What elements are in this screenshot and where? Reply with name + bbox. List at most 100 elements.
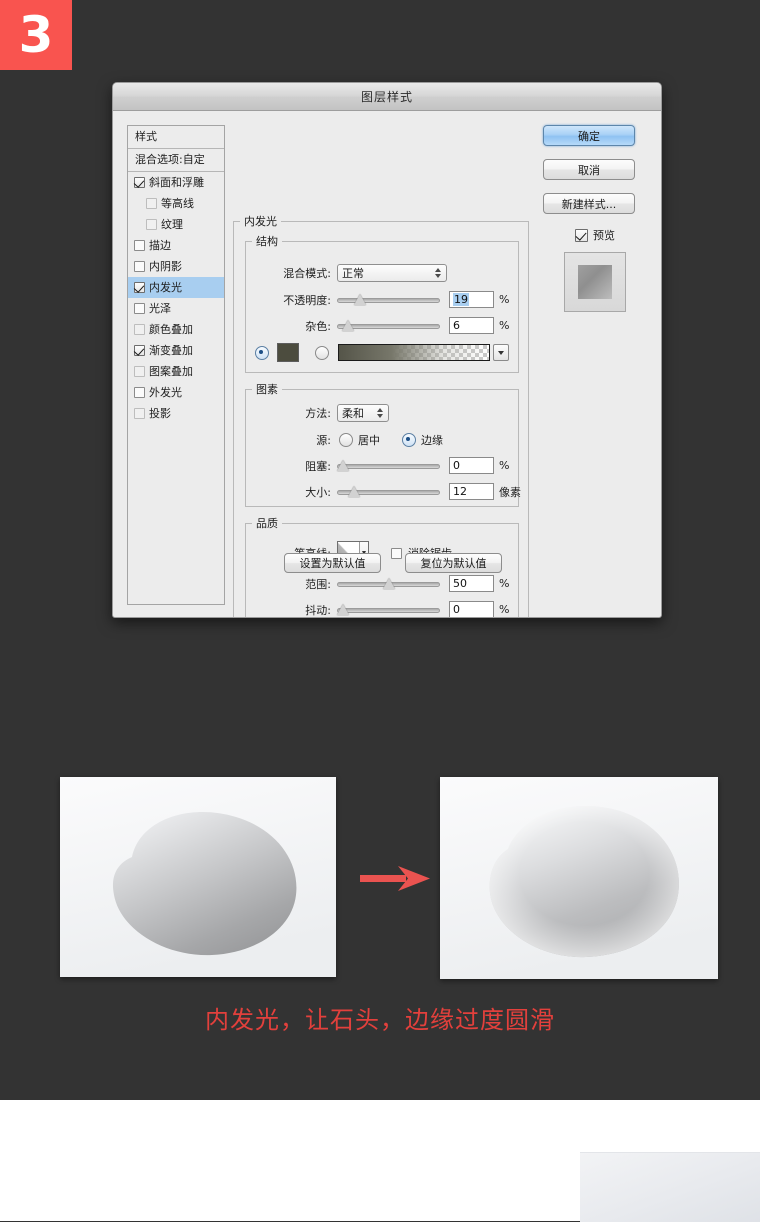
jitter-value: 0 bbox=[453, 603, 460, 616]
choke-input[interactable]: 0 bbox=[449, 457, 494, 474]
slider-track bbox=[337, 607, 440, 613]
style-item-gradient-overlay[interactable]: 渐变叠加 bbox=[128, 340, 224, 361]
slider-thumb[interactable] bbox=[347, 485, 360, 497]
layer-style-dialog: 图层样式 样式 混合选项:自定 斜面和浮雕 等高线 纹理 描边 内阴影 内发光 … bbox=[112, 82, 662, 618]
dialog-titlebar: 图层样式 bbox=[113, 83, 661, 111]
checkbox-stroke[interactable] bbox=[134, 240, 145, 251]
style-item-inner-glow[interactable]: 内发光 bbox=[128, 277, 224, 298]
style-item-contour[interactable]: 等高线 bbox=[128, 193, 224, 214]
style-item-texture[interactable]: 纹理 bbox=[128, 214, 224, 235]
style-list[interactable]: 样式 混合选项:自定 斜面和浮雕 等高线 纹理 描边 内阴影 内发光 光泽 颜色… bbox=[127, 125, 225, 605]
gradient-preview[interactable] bbox=[338, 344, 490, 361]
opacity-value: 19 bbox=[453, 293, 469, 306]
step-number: 3 bbox=[18, 6, 54, 64]
style-item-label: 投影 bbox=[149, 407, 171, 420]
caption-text: 内发光，让石头，边缘过度圆滑 bbox=[205, 1006, 555, 1034]
opacity-row: 不透明度: 19 % bbox=[265, 291, 509, 308]
reset-default-button[interactable]: 复位为默认值 bbox=[405, 553, 502, 573]
stone-after-svg bbox=[440, 777, 718, 979]
technique-row: 方法: 柔和 bbox=[265, 404, 389, 422]
blend-mode-label: 混合模式: bbox=[283, 267, 331, 280]
style-item-label: 光泽 bbox=[149, 302, 171, 315]
style-item-label: 颜色叠加 bbox=[149, 323, 193, 336]
size-slider[interactable] bbox=[337, 485, 440, 499]
set-default-button[interactable]: 设置为默认值 bbox=[284, 553, 381, 573]
noise-slider[interactable] bbox=[337, 319, 440, 333]
cancel-button[interactable]: 取消 bbox=[543, 159, 635, 180]
jitter-unit: % bbox=[499, 603, 510, 616]
ok-button[interactable]: 确定 bbox=[543, 125, 635, 146]
quality-legend: 品质 bbox=[256, 517, 278, 530]
checkbox-color-overlay[interactable] bbox=[134, 324, 145, 335]
after-image bbox=[440, 777, 718, 979]
style-item-satin[interactable]: 光泽 bbox=[128, 298, 224, 319]
checkbox-texture[interactable] bbox=[146, 219, 157, 230]
slider-thumb[interactable] bbox=[382, 577, 395, 589]
glow-fill-row bbox=[255, 343, 509, 362]
style-item-bevel-emboss[interactable]: 斜面和浮雕 bbox=[128, 172, 224, 193]
style-item-label: 斜面和浮雕 bbox=[149, 176, 204, 189]
slider-track bbox=[337, 297, 440, 303]
checkbox-outer-glow[interactable] bbox=[134, 387, 145, 398]
stone-before-svg bbox=[60, 777, 336, 977]
style-list-blending-options[interactable]: 混合选项:自定 bbox=[128, 149, 224, 172]
style-item-color-overlay[interactable]: 颜色叠加 bbox=[128, 319, 224, 340]
structure-legend: 结构 bbox=[256, 235, 278, 248]
preview-toggle[interactable]: 预览 bbox=[543, 227, 647, 243]
noise-input[interactable]: 6 bbox=[449, 317, 494, 334]
jitter-slider[interactable] bbox=[337, 603, 440, 617]
new-style-button[interactable]: 新建样式... bbox=[543, 193, 635, 214]
gradient-dropdown-button[interactable] bbox=[493, 344, 509, 361]
range-slider[interactable] bbox=[337, 577, 440, 591]
slider-thumb[interactable] bbox=[337, 603, 349, 615]
checkbox-gradient-overlay[interactable] bbox=[134, 345, 145, 356]
range-unit: % bbox=[499, 577, 510, 590]
style-item-label: 图案叠加 bbox=[149, 365, 193, 378]
checkbox-preview[interactable] bbox=[575, 228, 588, 242]
slider-thumb[interactable] bbox=[342, 319, 355, 331]
checkbox-inner-shadow[interactable] bbox=[134, 261, 145, 272]
jitter-input[interactable]: 0 bbox=[449, 601, 494, 617]
style-list-header: 样式 bbox=[128, 126, 224, 149]
source-row: 源: 居中 边缘 bbox=[265, 432, 443, 448]
checkbox-bevel-emboss[interactable] bbox=[134, 177, 145, 188]
source-label: 源: bbox=[316, 434, 331, 447]
opacity-slider[interactable] bbox=[337, 293, 440, 307]
slider-thumb[interactable] bbox=[337, 459, 349, 471]
checkbox-drop-shadow[interactable] bbox=[134, 408, 145, 419]
default-buttons-row: 设置为默认值 复位为默认值 bbox=[284, 553, 534, 573]
radio-source-edge[interactable] bbox=[402, 433, 416, 447]
preview-thumbnail bbox=[564, 252, 626, 312]
style-item-outer-glow[interactable]: 外发光 bbox=[128, 382, 224, 403]
elements-legend: 图素 bbox=[256, 383, 278, 396]
radio-source-center[interactable] bbox=[339, 433, 353, 447]
range-input[interactable]: 50 bbox=[449, 575, 494, 592]
technique-label: 方法: bbox=[305, 407, 331, 420]
checkbox-satin[interactable] bbox=[134, 303, 145, 314]
style-item-drop-shadow[interactable]: 投影 bbox=[128, 403, 224, 424]
size-input[interactable]: 12 bbox=[449, 483, 494, 500]
style-item-label: 内阴影 bbox=[149, 260, 182, 273]
size-row: 大小: 12 像素 bbox=[265, 483, 521, 500]
checkbox-contour[interactable] bbox=[146, 198, 157, 209]
slider-track bbox=[337, 463, 440, 469]
dialog-buttons-column: 确定 取消 新建样式... 预览 bbox=[543, 125, 647, 603]
opacity-input[interactable]: 19 bbox=[449, 291, 494, 308]
blend-mode-row: 混合模式: 正常 bbox=[265, 264, 447, 282]
glow-color-swatch[interactable] bbox=[277, 343, 299, 362]
style-item-inner-shadow[interactable]: 内阴影 bbox=[128, 256, 224, 277]
style-item-label: 外发光 bbox=[149, 386, 182, 399]
checkbox-inner-glow[interactable] bbox=[134, 282, 145, 293]
style-item-stroke[interactable]: 描边 bbox=[128, 235, 224, 256]
slider-thumb[interactable] bbox=[354, 293, 367, 305]
checkbox-pattern-overlay[interactable] bbox=[134, 366, 145, 377]
style-item-pattern-overlay[interactable]: 图案叠加 bbox=[128, 361, 224, 382]
radio-color-fill[interactable] bbox=[255, 345, 269, 360]
step-badge: 3 bbox=[0, 0, 72, 70]
technique-select[interactable]: 柔和 bbox=[337, 404, 389, 422]
blend-mode-select[interactable]: 正常 bbox=[337, 264, 447, 282]
radio-gradient-fill[interactable] bbox=[315, 345, 329, 360]
choke-slider[interactable] bbox=[337, 459, 440, 473]
size-label: 大小: bbox=[305, 485, 331, 499]
size-value: 12 bbox=[453, 485, 467, 498]
